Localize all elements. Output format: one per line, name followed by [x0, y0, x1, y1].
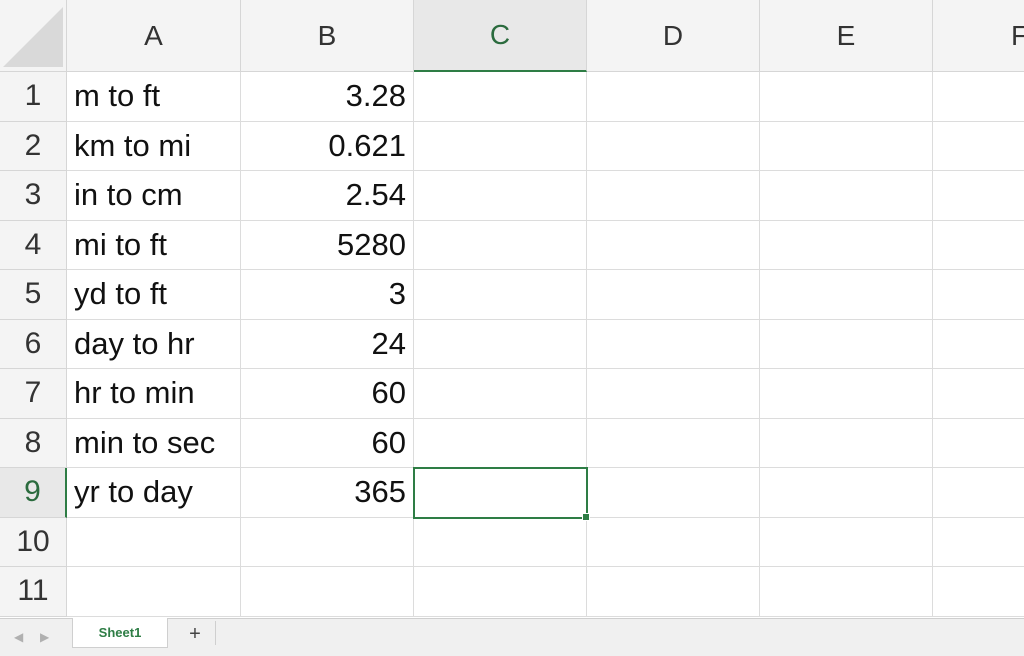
- cell-a11[interactable]: [67, 567, 241, 617]
- cell-c5[interactable]: [414, 270, 587, 320]
- spreadsheet-grid: ABCDEF 1m to ft 3.28 2 km to mi 0.621 3 in to …: [0, 0, 1024, 618]
- tab-divider: [215, 621, 216, 645]
- cell-f7[interactable]: [933, 369, 1024, 419]
- cell-d8[interactable]: [587, 418, 760, 468]
- cell-d4[interactable]: [587, 220, 760, 270]
- cell-e2[interactable]: [760, 121, 933, 171]
- cell-b9[interactable]: 365: [241, 468, 414, 518]
- column-header-d[interactable]: D: [587, 0, 760, 72]
- cell-c11[interactable]: [414, 567, 587, 617]
- row-header-7[interactable]: 7: [0, 369, 67, 419]
- cell-d2[interactable]: [587, 121, 760, 171]
- cell-b10[interactable]: [241, 517, 414, 567]
- cell-a4[interactable]: mi to ft: [67, 220, 241, 270]
- cell-f6[interactable]: [933, 320, 1024, 369]
- cell-e8[interactable]: [760, 418, 933, 468]
- cell-d5[interactable]: [587, 270, 760, 320]
- cell-b5[interactable]: 3: [241, 270, 414, 320]
- row-header-10[interactable]: 10: [0, 517, 67, 567]
- cell-f9[interactable]: [933, 468, 1024, 518]
- cell-c4[interactable]: [414, 220, 587, 270]
- cell-b2[interactable]: 0.621: [241, 121, 414, 171]
- column-header-f[interactable]: F: [933, 0, 1024, 72]
- cell-e6[interactable]: [760, 319, 933, 369]
- cell-f2[interactable]: [933, 122, 1024, 171]
- cell-a6[interactable]: day to hr: [67, 319, 241, 369]
- cell-a7[interactable]: hr to min: [67, 369, 241, 419]
- column-header-b[interactable]: B: [241, 0, 414, 72]
- cell-c8[interactable]: [414, 418, 587, 468]
- cell-b1[interactable]: 3.28: [241, 72, 414, 122]
- cell-d6[interactable]: [587, 319, 760, 369]
- cell-f1[interactable]: [933, 72, 1024, 122]
- cell-d1[interactable]: [587, 72, 760, 122]
- cell-e9[interactable]: [760, 468, 933, 518]
- prev-sheet-arrow-icon[interactable]: ◀: [14, 629, 23, 645]
- next-sheet-arrow-icon[interactable]: ▶: [40, 629, 49, 645]
- cell-a5[interactable]: yd to ft: [67, 270, 241, 320]
- row-header-11[interactable]: 11: [0, 567, 67, 617]
- column-header-c[interactable]: C: [414, 0, 587, 72]
- cell-e5[interactable]: [760, 270, 933, 320]
- cell-a1[interactable]: m to ft: [67, 72, 241, 122]
- row-header-6[interactable]: 6: [0, 319, 67, 369]
- cell-e10[interactable]: [760, 517, 933, 567]
- cell-e1[interactable]: [760, 72, 933, 122]
- cell-c6[interactable]: [414, 319, 587, 369]
- cell-f3[interactable]: [933, 171, 1024, 221]
- cell-c7[interactable]: [414, 369, 587, 419]
- cell-b7[interactable]: 60: [241, 369, 414, 419]
- cell-e7[interactable]: [760, 369, 933, 419]
- row-header-4[interactable]: 4: [0, 220, 67, 270]
- cell-d9[interactable]: [587, 468, 760, 518]
- cell-b3[interactable]: 2.54: [241, 171, 414, 221]
- column-header-a[interactable]: A: [67, 0, 241, 72]
- cell-c9[interactable]: [414, 468, 587, 518]
- cell-c10[interactable]: [414, 517, 587, 567]
- row-header-5[interactable]: 5: [0, 270, 67, 320]
- cell-d3[interactable]: [587, 171, 760, 221]
- cell-b6[interactable]: 24: [241, 319, 414, 369]
- cell-c3[interactable]: [414, 171, 587, 221]
- select-all-corner[interactable]: [0, 0, 67, 72]
- cell-e4[interactable]: [760, 220, 933, 270]
- cell-b11[interactable]: [241, 567, 414, 617]
- cell-f11[interactable]: [933, 567, 1024, 617]
- row-header-2[interactable]: 2: [0, 121, 67, 171]
- cell-f8[interactable]: [933, 419, 1024, 468]
- cell-d7[interactable]: [587, 369, 760, 419]
- cell-a3[interactable]: in to cm: [67, 171, 241, 221]
- cell-f10[interactable]: [933, 518, 1024, 567]
- row-header-9[interactable]: 9: [0, 468, 67, 518]
- cell-f5[interactable]: [933, 270, 1024, 320]
- cell-b8[interactable]: 60: [241, 418, 414, 468]
- cell-c2[interactable]: [414, 121, 587, 171]
- add-sheet-button[interactable]: +: [183, 621, 207, 647]
- select-all-triangle-icon: [3, 7, 63, 67]
- cell-e11[interactable]: [760, 567, 933, 617]
- cell-a8[interactable]: min to sec: [67, 418, 241, 468]
- cell-f4[interactable]: [933, 221, 1024, 270]
- cell-a9[interactable]: yr to day: [67, 468, 241, 518]
- cell-d11[interactable]: [587, 567, 760, 617]
- cell-a10[interactable]: [67, 517, 241, 567]
- cell-d10[interactable]: [587, 517, 760, 567]
- row-header-8[interactable]: 8: [0, 418, 67, 468]
- column-header-e[interactable]: E: [760, 0, 933, 72]
- cell-c1[interactable]: [414, 72, 587, 122]
- sheet-tab-sheet1[interactable]: Sheet1: [72, 618, 168, 648]
- cell-a2[interactable]: km to mi: [67, 121, 241, 171]
- row-header-3[interactable]: 3: [0, 171, 67, 221]
- cell-b4[interactable]: 5280: [241, 220, 414, 270]
- cell-e3[interactable]: [760, 171, 933, 221]
- sheet-tab-bar: ◀ ▶ Sheet1 +: [0, 618, 1024, 656]
- row-header-1[interactable]: 1: [0, 72, 67, 122]
